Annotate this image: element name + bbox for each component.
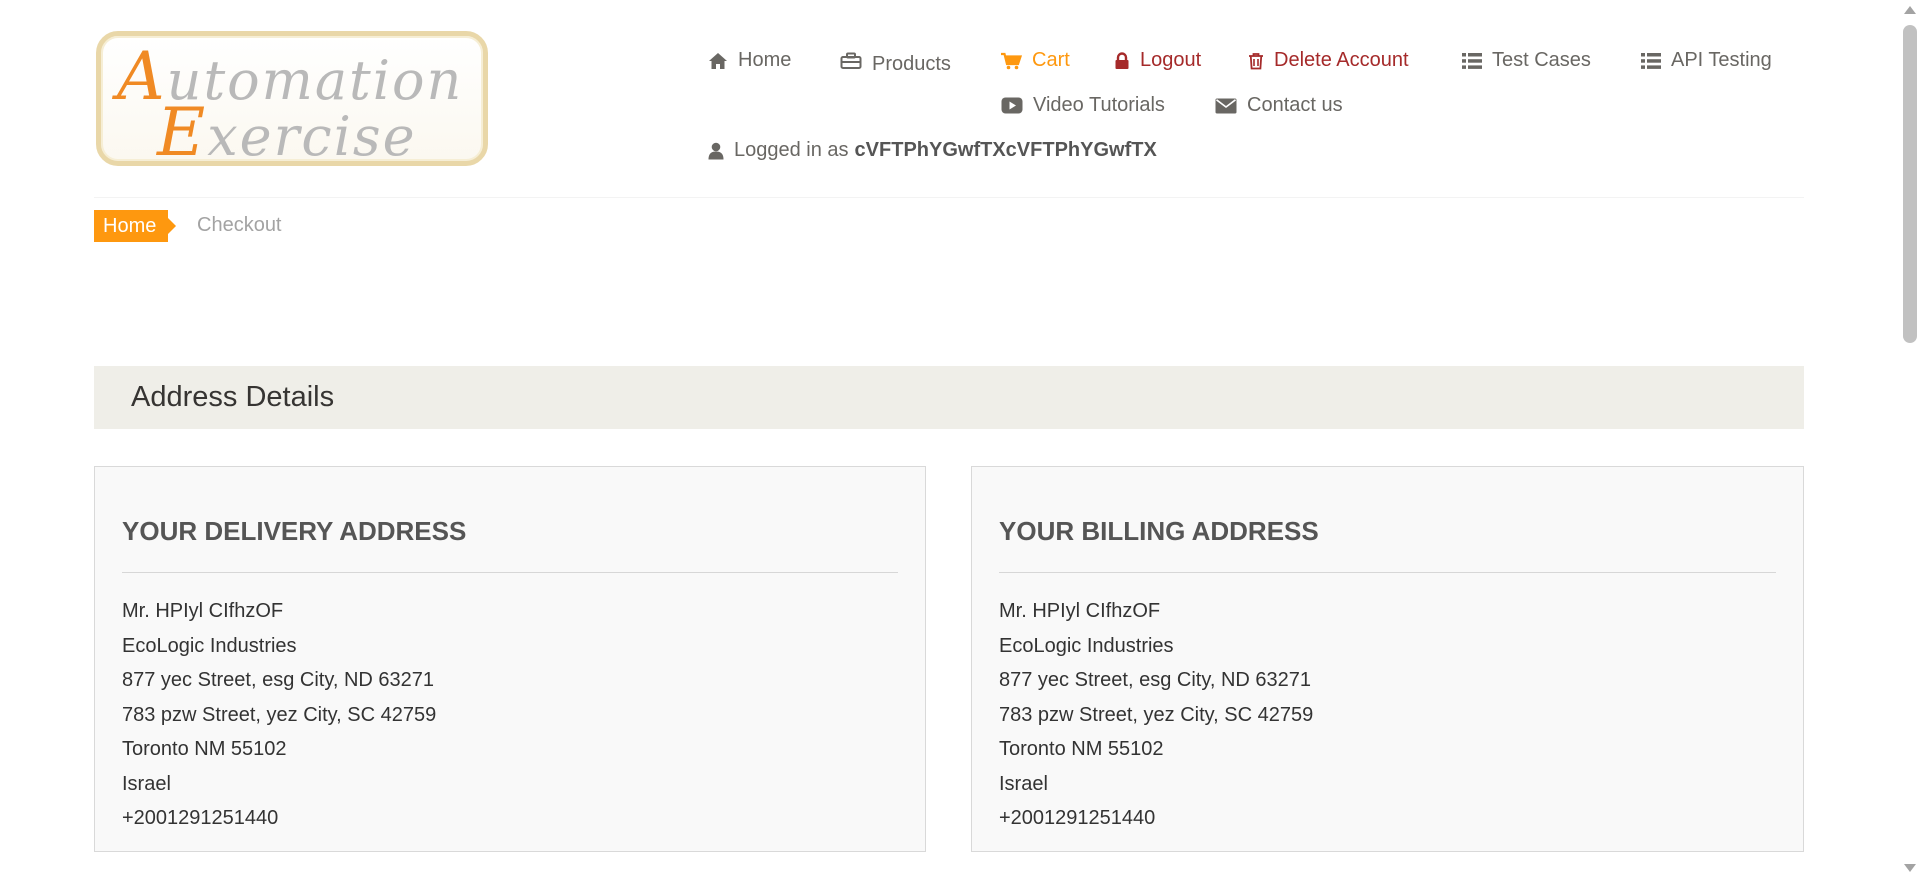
nav-cart-label: Cart xyxy=(1032,49,1070,71)
billing-address-city: Toronto NM 55102 xyxy=(999,738,1164,760)
lock-icon xyxy=(1115,51,1129,69)
delivery-address-lines: Mr. HPIyl CIfhzOF EcoLogic Industries 87… xyxy=(122,594,436,836)
billing-address-name: Mr. HPIyl CIfhzOF xyxy=(999,600,1161,622)
delivery-address-country: Israel xyxy=(122,772,171,795)
trash-icon xyxy=(1249,52,1263,69)
nav-delete-account[interactable]: Delete Account xyxy=(1248,49,1409,72)
logged-in-status: Logged in as cVFTPhYGwfTXcVFTPhYGwfTX xyxy=(708,139,1157,162)
envelope-icon xyxy=(1215,98,1237,113)
billing-address-line2: 783 pzw Street, yez City, SC 42759 xyxy=(999,703,1314,726)
breadcrumb-current: Checkout xyxy=(197,214,282,236)
delivery-address-box: YOUR DELIVERY ADDRESS Mr. HPIyl CIfhzOF … xyxy=(94,466,926,852)
nav-contact-us-label: Contact us xyxy=(1247,94,1343,116)
automation-exercise-logo[interactable]: Automation Exercise xyxy=(96,31,488,171)
scroll-down-arrow-icon[interactable] xyxy=(1904,864,1916,872)
billing-address-divider xyxy=(999,572,1776,573)
nav-video-tutorials-label: Video Tutorials xyxy=(1033,94,1165,116)
delivery-address-city: Toronto NM 55102 xyxy=(122,738,287,760)
logo-line-2: Exercise xyxy=(157,94,417,171)
delivery-address-phone: +2001291251440 xyxy=(122,807,279,829)
nav-test-cases-label: Test Cases xyxy=(1492,49,1591,71)
delivery-address-line1: 877 yec Street, esg City, ND 63271 xyxy=(122,669,435,691)
youtube-play-icon xyxy=(1001,97,1023,114)
address-details-heading: Address Details xyxy=(94,366,1804,429)
user-icon xyxy=(708,142,724,159)
logged-in-prefix: Logged in as xyxy=(734,139,849,161)
delivery-address-title: YOUR DELIVERY ADDRESS xyxy=(122,516,467,546)
list-icon xyxy=(1641,52,1661,69)
scrollbar-thumb[interactable] xyxy=(1903,25,1917,343)
billing-address-lines: Mr. HPIyl CIfhzOF EcoLogic Industries 87… xyxy=(999,594,1313,836)
vertical-scrollbar[interactable] xyxy=(1900,0,1920,878)
breadcrumb-home-link[interactable]: Home xyxy=(94,210,177,242)
delivery-address-line2: 783 pzw Street, yez City, SC 42759 xyxy=(122,703,437,726)
billing-address-country: Israel xyxy=(999,772,1048,795)
billing-address-title: YOUR BILLING ADDRESS xyxy=(999,516,1319,546)
list-icon xyxy=(1462,52,1482,69)
nav-api-testing[interactable]: API Testing xyxy=(1641,49,1772,72)
billing-address-line1: 877 yec Street, esg City, ND 63271 xyxy=(999,669,1312,691)
scroll-up-arrow-icon[interactable] xyxy=(1904,6,1916,14)
billing-address-box: YOUR BILLING ADDRESS Mr. HPIyl CIfhzOF E… xyxy=(971,466,1804,852)
nav-api-testing-label: API Testing xyxy=(1671,49,1772,71)
products-icon xyxy=(840,52,862,69)
nav-video-tutorials[interactable]: Video Tutorials xyxy=(1001,94,1165,117)
billing-address-company: EcoLogic Industries xyxy=(999,634,1174,657)
nav-products-label: Products xyxy=(872,53,951,75)
nav-logout[interactable]: Logout xyxy=(1114,49,1201,72)
address-details-title: Address Details xyxy=(131,381,335,413)
nav-contact-us[interactable]: Contact us xyxy=(1215,94,1343,117)
nav-home[interactable]: Home xyxy=(708,49,791,72)
nav-logout-label: Logout xyxy=(1140,49,1202,71)
delivery-address-company: EcoLogic Industries xyxy=(122,634,297,657)
checkout-page: Automation Exercise Home Products Cart L… xyxy=(0,0,1900,878)
shopping-cart-icon xyxy=(1001,52,1022,69)
billing-address-phone: +2001291251440 xyxy=(999,807,1156,829)
nav-test-cases[interactable]: Test Cases xyxy=(1462,49,1591,72)
delivery-address-name: Mr. HPIyl CIfhzOF xyxy=(122,600,284,622)
nav-home-label: Home xyxy=(738,49,792,71)
header-divider xyxy=(94,197,1804,198)
nav-delete-account-label: Delete Account xyxy=(1274,49,1409,71)
nav-cart[interactable]: Cart xyxy=(1000,49,1070,72)
nav-products[interactable]: Products xyxy=(840,49,951,75)
delivery-address-divider xyxy=(122,572,898,573)
logged-in-username: cVFTPhYGwfTXcVFTPhYGwfTX xyxy=(854,139,1157,161)
home-icon xyxy=(709,52,727,69)
